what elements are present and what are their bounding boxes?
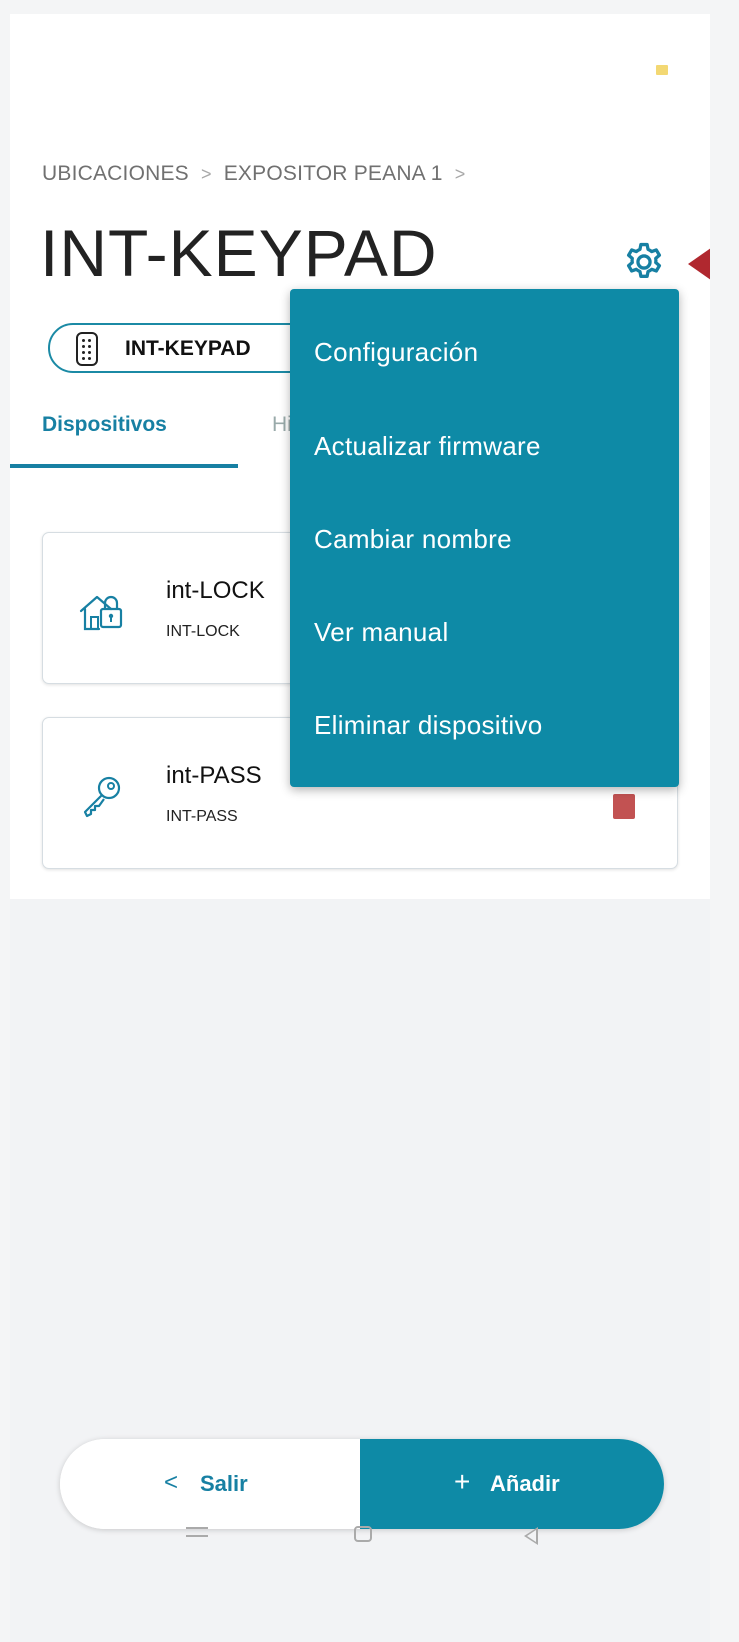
menu-item-eliminar-dispositivo[interactable]: Eliminar dispositivo — [314, 710, 543, 741]
tab-active-indicator — [10, 464, 238, 468]
menu-item-configuracion[interactable]: Configuración — [314, 337, 478, 368]
nav-recents-icon[interactable] — [186, 1527, 208, 1543]
device-name: int-PASS — [166, 762, 262, 789]
exit-button[interactable]: < Salir — [60, 1439, 360, 1529]
add-button[interactable]: + Añadir — [360, 1439, 664, 1529]
device-model: INT-PASS — [166, 808, 238, 825]
gear-icon[interactable] — [622, 240, 666, 284]
bottom-action-bar: < Salir + Añadir — [60, 1439, 664, 1529]
breadcrumb-separator: > — [200, 164, 212, 184]
breadcrumb-item-ubicaciones[interactable]: UBICACIONES — [42, 162, 189, 185]
tab-historial[interactable]: Hi — [272, 413, 292, 437]
key-icon — [83, 776, 121, 818]
status-badge — [613, 794, 635, 819]
settings-dropdown-menu: Configuración Actualizar firmware Cambia… — [290, 289, 679, 787]
status-indicator — [656, 65, 668, 75]
menu-item-actualizar-firmware[interactable]: Actualizar firmware — [314, 431, 541, 462]
breadcrumb: UBICACIONES > EXPOSITOR PEANA 1 > — [42, 162, 471, 186]
chip-label: INT-KEYPAD — [125, 337, 251, 360]
breadcrumb-separator: > — [454, 164, 466, 184]
house-lock-icon — [79, 595, 123, 631]
page-title: INT-KEYPAD — [40, 216, 438, 290]
menu-item-ver-manual[interactable]: Ver manual — [314, 617, 449, 648]
pointer-arrow-icon — [688, 243, 710, 285]
keypad-icon — [76, 332, 98, 366]
exit-button-label: Salir — [200, 1471, 248, 1496]
add-button-label: Añadir — [490, 1471, 560, 1496]
breadcrumb-item-expositor[interactable]: EXPOSITOR PEANA 1 — [224, 162, 443, 185]
device-name: int-LOCK — [166, 577, 265, 604]
plus-icon: + — [454, 1466, 471, 1497]
nav-back-icon[interactable] — [524, 1527, 538, 1545]
app-screen: UBICACIONES > EXPOSITOR PEANA 1 > INT-KE… — [10, 14, 710, 1642]
nav-home-icon[interactable] — [354, 1526, 372, 1542]
device-model: INT-LOCK — [166, 623, 240, 640]
chevron-left-icon: < — [164, 1469, 179, 1496]
tab-dispositivos[interactable]: Dispositivos — [42, 413, 167, 437]
menu-item-cambiar-nombre[interactable]: Cambiar nombre — [314, 524, 512, 555]
